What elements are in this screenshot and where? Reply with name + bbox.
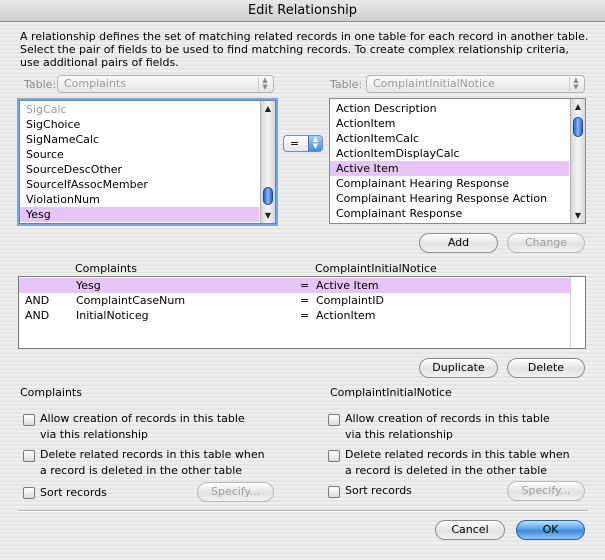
left-table-popup[interactable]: Complaints ▲ ▼ — [57, 75, 274, 93]
left-field-item[interactable]: SigChoice — [20, 117, 259, 132]
scroll-up-arrow-icon[interactable]: ▲ — [261, 102, 275, 115]
description-text: A relationship defines the set of matchi… — [20, 30, 589, 69]
right-allow-creation-checkbox[interactable] — [328, 414, 340, 426]
criteria-row[interactable]: AND ComplaintCaseNum = ComplaintID — [19, 293, 570, 308]
criteria-operator: = — [300, 309, 310, 322]
criteria-operator: = — [300, 279, 310, 292]
left-field-item[interactable]: SourceIfAssocMember — [20, 177, 259, 192]
popup-arrows-icon: ▲ ▼ — [308, 136, 322, 151]
add-button[interactable]: Add — [419, 233, 498, 253]
criteria-right-field: ActionItem — [316, 309, 376, 322]
right-table-popup[interactable]: ComplaintInitialNotice ▲ ▼ — [366, 75, 585, 93]
criteria-list[interactable]: Yesg = Active Item AND ComplaintCaseNum … — [18, 276, 586, 349]
criteria-row[interactable]: AND InitialNoticeg = ActionItem — [19, 308, 570, 323]
criteria-header-left: Complaints — [75, 262, 137, 275]
bottom-divider — [18, 510, 588, 512]
right-table-label: Table: — [330, 78, 363, 91]
left-sort-records-label[interactable]: Sort records — [40, 485, 107, 500]
right-field-item[interactable]: ActionItemCalc — [330, 131, 569, 146]
criteria-right-field: Active Item — [316, 279, 379, 292]
right-field-list[interactable]: Action Description ActionItem ActionItem… — [329, 98, 586, 224]
left-table-value: Complaints — [64, 77, 126, 90]
right-specify-button[interactable]: Specify... — [507, 481, 585, 501]
left-allow-creation-checkbox[interactable] — [23, 414, 35, 426]
right-delete-related-label-line2: a record is deleted in the other table — [345, 464, 548, 477]
right-field-item-selected[interactable]: Active Item — [330, 161, 569, 176]
right-options-title: ComplaintInitialNotice — [330, 386, 452, 399]
ok-button[interactable]: OK — [516, 520, 585, 540]
right-sort-records-label[interactable]: Sort records — [345, 483, 412, 498]
criteria-row[interactable]: Yesg = Active Item — [19, 278, 570, 293]
cancel-button[interactable]: Cancel — [435, 520, 505, 540]
change-button[interactable]: Change — [507, 233, 585, 253]
criteria-conjunction: AND — [25, 294, 50, 307]
left-field-item[interactable]: Source — [20, 147, 259, 162]
criteria-left-field: ComplaintCaseNum — [76, 294, 186, 307]
left-field-item[interactable]: SourceDescOther — [20, 162, 259, 177]
right-table-value: ComplaintInitialNotice — [373, 77, 495, 90]
operator-popup[interactable]: = ▲ ▼ — [283, 135, 323, 152]
popup-arrows-icon: ▲ ▼ — [258, 77, 271, 91]
right-allow-creation-label-line2: via this relationship — [345, 428, 454, 441]
operator-value: = — [290, 137, 300, 150]
right-sort-records-checkbox[interactable] — [328, 486, 340, 498]
left-field-list[interactable]: SigCalc SigChoice SigNameCalc Source Sou… — [19, 100, 276, 224]
right-field-item[interactable]: Complainant Hearing Response Action — [330, 191, 569, 206]
right-field-item[interactable]: ActionItem — [330, 116, 569, 131]
left-field-item-selected[interactable]: Yesg — [20, 207, 259, 222]
criteria-scrollbar-track[interactable] — [570, 277, 585, 348]
criteria-right-field: ComplaintID — [316, 294, 384, 307]
right-delete-related-label[interactable]: Delete related records in this table whe… — [345, 447, 570, 462]
left-table-label: Table: — [24, 78, 57, 91]
scroll-thumb[interactable] — [573, 117, 583, 137]
criteria-operator: = — [300, 294, 310, 307]
title-bar: Edit Relationship — [0, 0, 605, 22]
criteria-header-right: ComplaintInitialNotice — [315, 262, 437, 275]
right-allow-creation-label[interactable]: Allow creation of records in this table — [345, 411, 550, 426]
scroll-down-arrow-icon[interactable]: ▼ — [261, 209, 275, 222]
left-delete-related-checkbox[interactable] — [23, 450, 35, 462]
popup-arrows-icon: ▲ ▼ — [569, 77, 582, 91]
criteria-conjunction: AND — [25, 309, 50, 322]
left-allow-creation-label[interactable]: Allow creation of records in this table — [40, 411, 245, 426]
scroll-down-arrow-icon[interactable]: ▼ — [571, 209, 585, 222]
delete-button[interactable]: Delete — [507, 358, 585, 378]
criteria-left-field: Yesg — [76, 279, 101, 292]
right-field-item[interactable]: ActionItemDisplayCalc — [330, 146, 569, 161]
right-field-item[interactable]: Complainant Hearing Response — [330, 176, 569, 191]
left-allow-creation-label-line2: via this relationship — [40, 428, 149, 441]
left-delete-related-label-line2: a record is deleted in the other table — [40, 464, 243, 477]
left-field-item[interactable]: ViolationNum — [20, 192, 259, 207]
left-options-title: Complaints — [20, 386, 82, 399]
duplicate-button[interactable]: Duplicate — [419, 358, 498, 378]
right-field-item[interactable]: Complainant Response — [330, 206, 569, 221]
right-list-scrollbar[interactable]: ▲ ▼ — [570, 99, 585, 223]
right-field-item[interactable]: Action Description — [330, 101, 569, 116]
criteria-left-field: InitialNoticeg — [76, 309, 149, 322]
left-list-scrollbar[interactable]: ▲ ▼ — [260, 101, 275, 223]
right-delete-related-checkbox[interactable] — [328, 450, 340, 462]
window-title: Edit Relationship — [247, 3, 358, 18]
left-specify-button[interactable]: Specify... — [197, 482, 274, 502]
scroll-up-arrow-icon[interactable]: ▲ — [571, 100, 585, 113]
left-field-item[interactable]: SigCalc — [20, 102, 259, 117]
left-delete-related-label[interactable]: Delete related records in this table whe… — [40, 447, 265, 462]
left-field-item[interactable]: SigNameCalc — [20, 132, 259, 147]
left-sort-records-checkbox[interactable] — [23, 487, 35, 499]
scroll-thumb[interactable] — [263, 187, 273, 205]
